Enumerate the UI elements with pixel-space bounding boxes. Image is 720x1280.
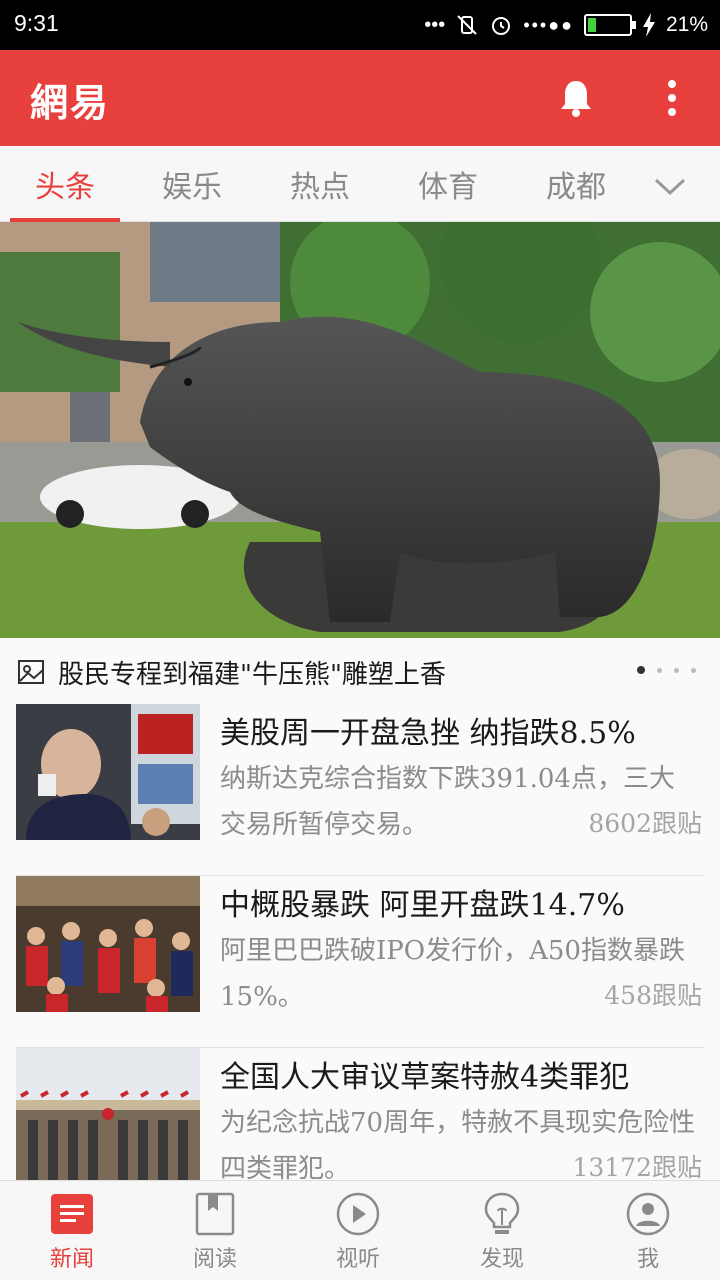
news-title: 全国人大审议草案特赦4类罪犯 <box>220 1060 630 1095</box>
hero-caption-bar[interactable]: 股民专程到福建"牛压熊"雕塑上香 <box>0 638 720 702</box>
carousel-dot <box>691 667 696 673</box>
tab-hot[interactable]: 热点 <box>265 162 375 222</box>
nav-news[interactable]: 新闻 <box>12 1191 132 1277</box>
news-thumbnail <box>16 1048 200 1180</box>
category-tabs: 头条 娱乐 热点 体育 成都 <box>0 146 720 222</box>
vibrate-off-icon <box>457 15 478 35</box>
news-comment-count: 8602跟贴 <box>580 804 702 840</box>
tab-chengdu[interactable]: 成都 <box>521 162 631 222</box>
gallery-icon <box>18 660 44 684</box>
app-bar: 網易 <box>0 50 720 146</box>
battery-fill <box>587 18 597 32</box>
carousel-dot <box>637 666 645 674</box>
carousel-dot <box>674 667 679 673</box>
lightbulb-icon <box>484 1192 520 1234</box>
play-icon <box>336 1192 380 1236</box>
bookmark-icon <box>195 1192 235 1236</box>
app-logo: 網易 <box>30 80 111 125</box>
alarm-icon <box>492 17 511 35</box>
nav-label: 新闻 <box>49 1247 94 1272</box>
chevron-down-icon[interactable] <box>650 166 690 206</box>
news-thumbnail <box>16 876 200 1012</box>
more-vertical-icon[interactable] <box>654 76 690 120</box>
nav-me[interactable]: 我 <box>588 1191 708 1277</box>
signal-dots: •••●● <box>523 14 574 35</box>
news-item[interactable]: 美股周一开盘急挫 纳指跌8.5% 纳斯达克综合指数下跌391.04点，三大交易所… <box>0 704 720 876</box>
news-comment-count: 458跟贴 <box>596 976 702 1012</box>
nav-media[interactable]: 视听 <box>298 1191 418 1277</box>
news-comment-count: 13172跟贴 <box>564 1148 702 1180</box>
nav-label: 我 <box>636 1247 659 1272</box>
bell-icon[interactable] <box>556 76 596 120</box>
more-dots-icon: ••• <box>424 13 446 36</box>
hero-caption: 股民专程到福建"牛压熊"雕塑上香 <box>58 660 446 690</box>
tab-sports[interactable]: 体育 <box>393 162 503 222</box>
tab-headlines[interactable]: 头条 <box>10 162 120 222</box>
news-item[interactable]: 中概股暴跌 阿里开盘跌14.7% 阿里巴巴跌破IPO发行价，A50指数暴跌15%… <box>0 876 720 1048</box>
tab-entertainment[interactable]: 娱乐 <box>137 162 247 222</box>
bull-sculpture-image <box>0 222 720 638</box>
bottom-nav: 新闻 阅读 视听 发现 我 <box>0 1180 720 1280</box>
battery-icon <box>583 14 636 36</box>
nav-label: 视听 <box>335 1247 380 1272</box>
news-title: 美股周一开盘急挫 纳指跌8.5% <box>220 716 636 751</box>
nav-discover[interactable]: 发现 <box>442 1191 562 1277</box>
news-item[interactable]: 全国人大审议草案特赦4类罪犯 为纪念抗战70周年，特赦不具现实危险性四类罪犯。 … <box>0 1048 720 1180</box>
news-thumbnail <box>16 704 200 840</box>
news-list: 美股周一开盘急挫 纳指跌8.5% 纳斯达克综合指数下跌391.04点，三大交易所… <box>0 702 720 1180</box>
news-icon <box>51 1194 93 1234</box>
carousel-indicator <box>637 666 696 674</box>
status-bar: 9:31 ••• •••●● 21% <box>0 0 720 50</box>
status-time: 9:31 <box>14 10 59 36</box>
status-icons: ••• •••●● 21% <box>424 10 708 40</box>
nav-label: 发现 <box>479 1247 524 1272</box>
battery-percent: 21% <box>665 13 708 36</box>
hero-image[interactable] <box>0 222 720 638</box>
charging-icon <box>642 13 655 37</box>
nav-label: 阅读 <box>192 1247 237 1272</box>
user-icon <box>626 1192 670 1236</box>
carousel-dot <box>657 667 662 673</box>
news-title: 中概股暴跌 阿里开盘跌14.7% <box>220 888 625 923</box>
nav-read[interactable]: 阅读 <box>155 1191 275 1277</box>
